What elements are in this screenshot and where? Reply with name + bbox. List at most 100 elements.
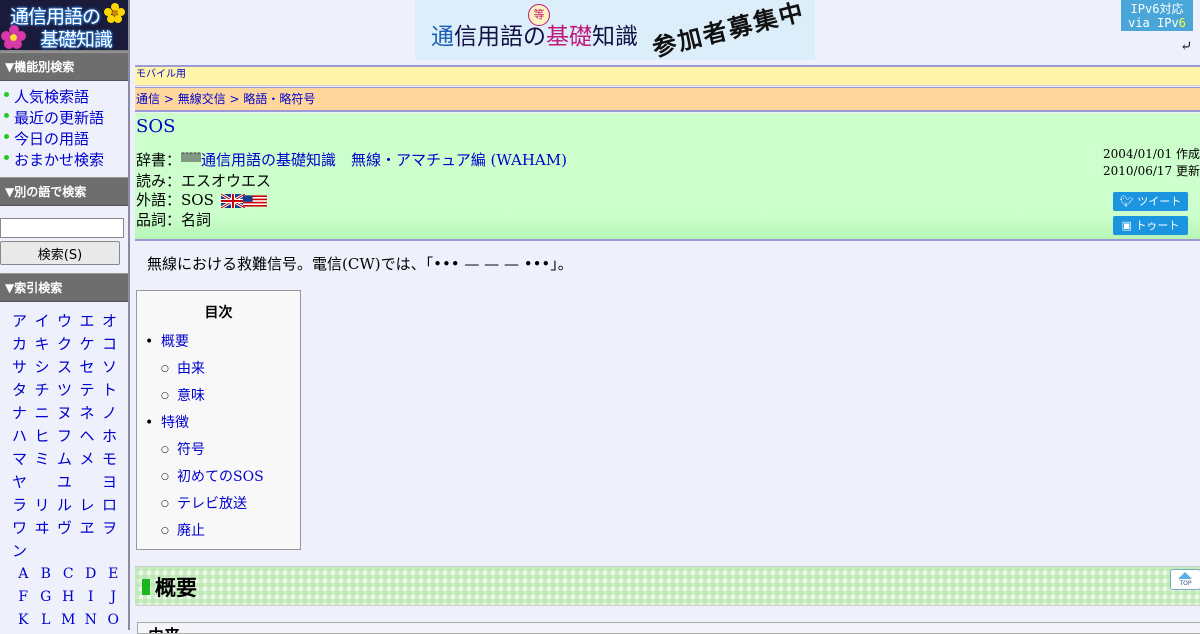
- alphabet-index-link[interactable]: M: [57, 609, 80, 632]
- alphabet-index-link[interactable]: N: [80, 609, 103, 632]
- kana-index-link[interactable]: セ: [80, 356, 103, 379]
- kana-index-link[interactable]: テ: [80, 379, 103, 402]
- alphabet-index-link[interactable]: D: [80, 563, 103, 586]
- return-arrow-icon[interactable]: ⤶: [1180, 37, 1193, 55]
- feature-item-random[interactable]: おまかせ検索: [4, 150, 128, 171]
- alphabet-index-link[interactable]: O: [102, 609, 125, 632]
- kana-index-link[interactable]: フ: [57, 425, 80, 448]
- kana-index-link[interactable]: ス: [57, 356, 80, 379]
- toc-item[interactable]: 意味: [137, 383, 300, 410]
- alphabet-index-link[interactable]: K: [12, 609, 35, 632]
- feature-item-today[interactable]: 今日の用語: [4, 129, 128, 150]
- feature-item-popular[interactable]: 人気検索語: [4, 87, 128, 108]
- kana-row: ワヰヴヱヲ: [12, 517, 128, 540]
- dictionary-link[interactable]: 通信用語の基礎知識 無線・アマチュア編 (WAHAM): [201, 151, 567, 169]
- mobile-link[interactable]: モバイル用: [136, 69, 186, 80]
- kana-index-link[interactable]: ク: [57, 333, 80, 356]
- kana-index-link[interactable]: ヘ: [80, 425, 103, 448]
- kana-index-link[interactable]: チ: [35, 379, 58, 402]
- kana-index-link[interactable]: ヲ: [102, 517, 125, 540]
- alphabet-index-link[interactable]: F: [12, 586, 35, 609]
- kana-index-link[interactable]: ユ: [57, 471, 80, 494]
- toc-item[interactable]: テレビ放送: [137, 491, 300, 518]
- back-to-top-button[interactable]: TOP: [1170, 569, 1200, 590]
- kana-index-link[interactable]: ヱ: [80, 517, 103, 540]
- kana-index-link[interactable]: ヴ: [57, 517, 80, 540]
- toc-item[interactable]: 初めてのSOS: [137, 464, 300, 491]
- page-title[interactable]: SOS: [136, 116, 175, 137]
- alphabet-index-link[interactable]: J: [102, 586, 125, 609]
- kana-index-link[interactable]: メ: [80, 448, 103, 471]
- alphabet-index-link[interactable]: C: [57, 563, 80, 586]
- toc-item[interactable]: 概要: [137, 329, 300, 356]
- kana-index-link[interactable]: ホ: [102, 425, 125, 448]
- kana-row: アイウエオ: [12, 310, 128, 333]
- kana-index-link[interactable]: ル: [57, 494, 80, 517]
- search-input[interactable]: [0, 218, 124, 238]
- kana-index-link[interactable]: ナ: [12, 402, 35, 425]
- foreign-value: SOS: [181, 191, 214, 209]
- kana-index-link[interactable]: ム: [57, 448, 80, 471]
- feature-item-recent[interactable]: 最近の更新語: [4, 108, 128, 129]
- alphabet-index-link[interactable]: I: [80, 586, 103, 609]
- kana-index-link[interactable]: ネ: [80, 402, 103, 425]
- alphabet-index-link[interactable]: L: [35, 609, 58, 632]
- kana-index-link[interactable]: ソ: [102, 356, 125, 379]
- kana-index-link[interactable]: ヰ: [35, 517, 58, 540]
- alphabet-index-link[interactable]: G: [35, 586, 58, 609]
- toc-item[interactable]: 符号: [137, 437, 300, 464]
- kana-index-link[interactable]: ロ: [102, 494, 125, 517]
- breadcrumb-item[interactable]: 通信: [136, 92, 160, 106]
- toc-item[interactable]: 由来: [137, 356, 300, 383]
- kana-index-link[interactable]: タ: [12, 379, 35, 402]
- yellow-flower-icon: [104, 3, 125, 23]
- kana-index-link[interactable]: サ: [12, 356, 35, 379]
- alphabet-index-link[interactable]: A: [12, 563, 35, 586]
- kana-index-link[interactable]: ケ: [80, 333, 103, 356]
- tweet-button[interactable]: 🐦︎ ツイート: [1113, 192, 1188, 211]
- kana-index-link[interactable]: レ: [80, 494, 103, 517]
- kana-index-link[interactable]: イ: [35, 310, 58, 333]
- kana-index-link[interactable]: リ: [35, 494, 58, 517]
- kana-index-link[interactable]: ト: [102, 379, 125, 402]
- kana-index-link[interactable]: ア: [12, 310, 35, 333]
- breadcrumb-item[interactable]: 無線交信: [178, 92, 226, 106]
- uk-flag-icon: [220, 194, 245, 208]
- kana-index-link[interactable]: キ: [35, 333, 58, 356]
- kana-index-link[interactable]: ヒ: [35, 425, 58, 448]
- kana-index-link[interactable]: ラ: [12, 494, 35, 517]
- kana-index-link[interactable]: ヌ: [57, 402, 80, 425]
- alphabet-index-link[interactable]: E: [102, 563, 125, 586]
- kana-index-link[interactable]: ヨ: [102, 471, 125, 494]
- kana-index-link[interactable]: オ: [102, 310, 125, 333]
- search-button[interactable]: 検索(S): [0, 241, 120, 265]
- recruit-banner[interactable]: 通信用語の基礎知識 等 参加者募集中: [415, 0, 815, 60]
- kana-index-link[interactable]: ミ: [35, 448, 58, 471]
- kana-index-link[interactable]: ニ: [35, 402, 58, 425]
- kana-index-link[interactable]: コ: [102, 333, 125, 356]
- toot-button[interactable]: ▣ トゥート: [1113, 216, 1188, 235]
- mastodon-icon: ▣: [1121, 219, 1136, 232]
- kana-index-link[interactable]: シ: [35, 356, 58, 379]
- kana-index-link[interactable]: ワ: [12, 517, 35, 540]
- kana-index-link[interactable]: ハ: [12, 425, 35, 448]
- breadcrumb-item[interactable]: 略語・略符号: [243, 92, 315, 106]
- kana-row: ヤユヨ: [12, 471, 128, 494]
- toc-item[interactable]: 特徴: [137, 410, 300, 437]
- site-logo[interactable]: 通信用語の 基礎知識: [0, 0, 128, 52]
- kana-index-link[interactable]: ヤ: [12, 471, 35, 494]
- kana-index-link[interactable]: ノ: [102, 402, 125, 425]
- kana-index-link[interactable]: エ: [80, 310, 103, 333]
- kana-index-link[interactable]: カ: [12, 333, 35, 356]
- kana-index-link[interactable]: ツ: [57, 379, 80, 402]
- kana-index-link[interactable]: ウ: [57, 310, 80, 333]
- banner-recruit-text: 参加者募集中: [649, 0, 808, 60]
- ipv6-badge[interactable]: IPv6対応 via IPv6: [1121, 0, 1193, 31]
- kana-index-link[interactable]: ン: [12, 540, 35, 563]
- alphabet-index-link[interactable]: H: [57, 586, 80, 609]
- alphabet-index-link[interactable]: B: [35, 563, 58, 586]
- ipv6-line1: IPv6対応: [1130, 2, 1184, 16]
- kana-index-link[interactable]: モ: [102, 448, 125, 471]
- kana-index-link[interactable]: マ: [12, 448, 35, 471]
- toc-item[interactable]: 廃止: [137, 518, 300, 545]
